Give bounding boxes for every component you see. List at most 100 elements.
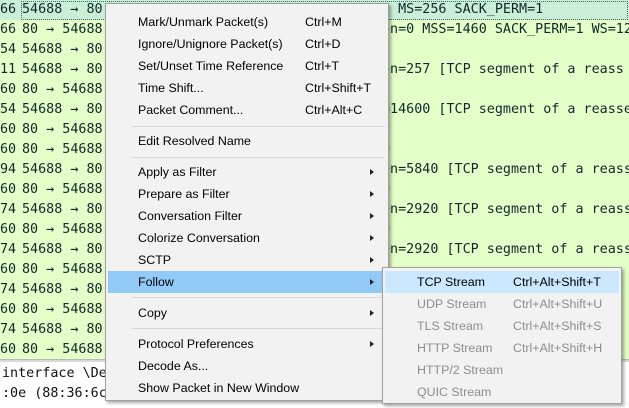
submenu-item-http-stream[interactable]: HTTP Stream Ctrl+Alt+Shift+H xyxy=(385,337,619,359)
menu-item-label: Follow xyxy=(138,275,174,289)
submenu-item-shortcut: Ctrl+Alt+Shift+T xyxy=(513,275,601,289)
menu-item-apply-as-filter[interactable]: Apply as Filter xyxy=(108,161,386,183)
submenu-item-label: QUIC Stream xyxy=(417,385,492,399)
menu-item-prepare-as-filter[interactable]: Prepare as Filter xyxy=(108,183,386,205)
menu-item-label: Apply as Filter xyxy=(138,165,217,179)
menu-item-sctp[interactable]: SCTP xyxy=(108,249,386,271)
submenu-arrow-icon xyxy=(370,279,374,285)
menu-item-conversation-filter[interactable]: Conversation Filter xyxy=(108,205,386,227)
details-line[interactable]: interface \De xyxy=(2,364,107,384)
menu-item-time-shift[interactable]: Time Shift... Ctrl+Shift+T xyxy=(108,77,386,99)
submenu-item-udp-stream[interactable]: UDP Stream Ctrl+Alt+Shift+U xyxy=(385,293,619,315)
menu-separator xyxy=(132,297,384,298)
packet-ports-cell: 80 → 54688 xyxy=(22,142,103,157)
submenu-item-label: TCP Stream xyxy=(417,275,485,289)
menu-item-label: Mark/Unmark Packet(s) xyxy=(138,15,269,29)
packet-length-cell: 66 xyxy=(0,22,17,37)
menu-item-time-reference[interactable]: Set/Unset Time Reference Ctrl+T xyxy=(108,55,386,77)
packet-length-cell: 74 xyxy=(0,202,17,217)
menu-item-label: Copy xyxy=(138,306,167,320)
packet-ports-cell: 54688 → 80 xyxy=(22,102,103,117)
menu-item-label: Packet Comment... xyxy=(138,103,244,117)
packet-length-cell: 60 xyxy=(0,82,17,97)
packet-ports-cell: 80 → 54688 xyxy=(22,342,103,357)
packet-length-cell: 94 xyxy=(0,162,17,177)
submenu-item-shortcut: Ctrl+Alt+Shift+U xyxy=(513,297,603,311)
packet-length-cell: 66 xyxy=(0,2,17,17)
menu-item-label: Decode As... xyxy=(138,359,209,373)
menu-item-edit-resolved-name[interactable]: Edit Resolved Name xyxy=(108,130,386,152)
menu-item-shortcut: Ctrl+M xyxy=(305,15,342,29)
menu-item-follow[interactable]: Follow xyxy=(108,271,386,293)
packet-info-cell: en=2920 [TCP segment of a reass xyxy=(382,242,629,257)
menu-item-label: SCTP xyxy=(138,253,172,267)
menu-item-label: Ignore/Unignore Packet(s) xyxy=(138,37,283,51)
menu-item-mark-packet[interactable]: Mark/Unmark Packet(s) Ctrl+M xyxy=(108,11,386,33)
menu-item-ignore-packet[interactable]: Ignore/Unignore Packet(s) Ctrl+D xyxy=(108,33,386,55)
submenu-arrow-icon xyxy=(370,235,374,241)
menu-item-label: Show Packet in New Window xyxy=(138,381,300,395)
follow-submenu: TCP Stream Ctrl+Alt+Shift+T UDP Stream C… xyxy=(382,267,622,404)
packet-ports-cell: 80 → 54688 xyxy=(22,182,103,197)
packet-info-cell: en=5840 [TCP segment of a reass xyxy=(382,162,629,177)
submenu-arrow-icon xyxy=(370,341,374,347)
details-line[interactable]: :0e (88:36:6c xyxy=(2,384,107,404)
packet-length-cell: 60 xyxy=(0,222,17,237)
packet-length-cell: 11 xyxy=(0,62,17,77)
packet-length-cell: 60 xyxy=(0,302,17,317)
menu-item-label: Colorize Conversation xyxy=(138,231,260,245)
menu-item-label: Set/Unset Time Reference xyxy=(138,59,284,73)
menu-item-decode-as[interactable]: Decode As... xyxy=(108,355,386,377)
packet-ports-cell: 54688 → 80 xyxy=(22,322,103,337)
submenu-arrow-icon xyxy=(370,213,374,219)
submenu-item-quic-stream[interactable]: QUIC Stream xyxy=(385,381,619,403)
submenu-arrow-icon xyxy=(370,310,374,316)
packet-ports-cell: 54688 → 80 xyxy=(22,242,103,257)
packet-ports-cell: 54688 → 80 xyxy=(22,42,103,57)
submenu-item-label: TLS Stream xyxy=(417,319,484,333)
submenu-arrow-icon xyxy=(370,191,374,197)
menu-item-packet-comment[interactable]: Packet Comment... Ctrl+Alt+C xyxy=(108,99,386,121)
packet-length-cell: 60 xyxy=(0,122,17,137)
packet-info-cell: en=2920 [TCP segment of a reass xyxy=(382,202,629,217)
submenu-item-label: HTTP/2 Stream xyxy=(417,363,504,377)
packet-ports-cell: 80 → 54688 xyxy=(22,22,103,37)
submenu-item-tcp-stream[interactable]: TCP Stream Ctrl+Alt+Shift+T xyxy=(385,271,619,293)
packet-length-cell: 60 xyxy=(0,262,17,277)
packet-ports-cell: 80 → 54688 xyxy=(22,82,103,97)
packet-ports-cell: 54688 → 80 xyxy=(22,62,103,77)
submenu-item-label: UDP Stream xyxy=(417,297,487,311)
menu-item-protocol-preferences[interactable]: Protocol Preferences xyxy=(108,333,386,355)
packet-length-cell: 74 xyxy=(0,242,17,257)
menu-item-label: Conversation Filter xyxy=(138,209,242,223)
packet-info-cell: en=257 [TCP segment of a reass xyxy=(382,62,624,77)
menu-separator xyxy=(132,328,384,329)
packet-ports-cell: 54688 → 80 xyxy=(22,162,103,177)
menu-separator xyxy=(132,126,384,127)
submenu-item-shortcut: Ctrl+Alt+Shift+H xyxy=(513,341,603,355)
packet-ports-cell: 80 → 54688 xyxy=(22,222,103,237)
menu-item-shortcut: Ctrl+Shift+T xyxy=(305,81,372,95)
menu-item-shortcut: Ctrl+T xyxy=(305,59,340,73)
packet-ports-cell: 80 → 54688 xyxy=(22,262,103,277)
packet-ports-cell: 54688 → 80 xyxy=(22,282,103,297)
packet-length-cell: 54 xyxy=(0,102,17,117)
packet-length-cell: 60 xyxy=(0,182,17,197)
packet-length-cell: 54 xyxy=(0,42,17,57)
submenu-arrow-icon xyxy=(370,169,374,175)
menu-separator xyxy=(132,157,384,158)
menu-item-shortcut: Ctrl+Alt+C xyxy=(305,103,363,117)
menu-item-colorize-conversation[interactable]: Colorize Conversation xyxy=(108,227,386,249)
submenu-item-tls-stream[interactable]: TLS Stream Ctrl+Alt+Shift+S xyxy=(385,315,619,337)
menu-item-show-packet-new-window[interactable]: Show Packet in New Window xyxy=(108,377,386,399)
menu-item-label: Prepare as Filter xyxy=(138,187,230,201)
menu-item-label: Edit Resolved Name xyxy=(138,134,251,148)
menu-item-copy[interactable]: Copy xyxy=(108,302,386,324)
submenu-item-http2-stream[interactable]: HTTP/2 Stream xyxy=(385,359,619,381)
menu-item-label: Time Shift... xyxy=(138,81,204,95)
packet-length-cell: 74 xyxy=(0,322,17,337)
packet-length-cell: 60 xyxy=(0,142,17,157)
menu-item-shortcut: Ctrl+D xyxy=(305,37,341,51)
packet-info-cell: =14600 [TCP segment of a reasse xyxy=(382,102,629,117)
packet-context-menu: Mark/Unmark Packet(s) Ctrl+M Ignore/Unig… xyxy=(105,3,389,401)
